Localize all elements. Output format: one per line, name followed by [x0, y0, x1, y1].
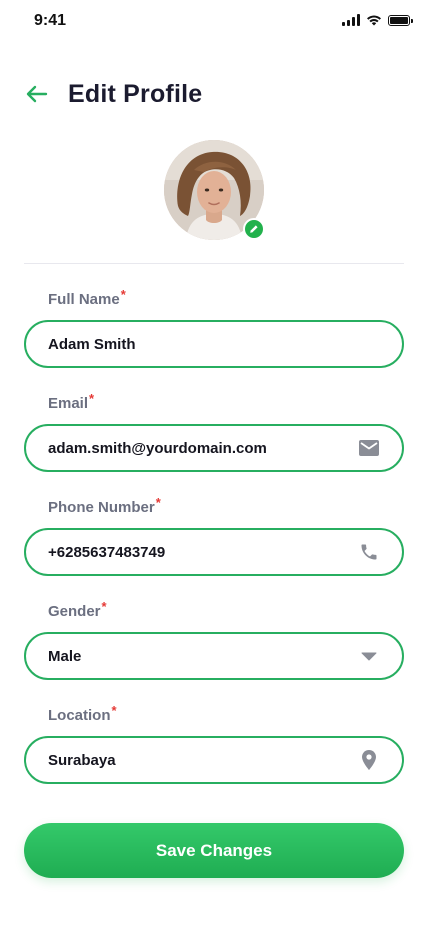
status-bar: 9:41 [0, 0, 428, 44]
gender-value: Male [48, 647, 82, 665]
gender-label: Gender* [48, 599, 107, 620]
header: Edit Profile [24, 74, 202, 114]
phone-label: Phone Number* [48, 495, 161, 516]
phone-field[interactable]: +6285637483749 [24, 528, 404, 576]
mail-icon [358, 437, 380, 459]
full-name-field[interactable]: Adam Smith [24, 320, 404, 368]
email-label: Email* [48, 391, 95, 412]
location-value: Surabaya [48, 751, 116, 769]
location-field[interactable]: Surabaya [24, 736, 404, 784]
phone-icon [358, 541, 380, 563]
full-name-label: Full Name* [48, 287, 126, 308]
arrow-left-icon [26, 85, 48, 103]
status-time: 9:41 [34, 12, 67, 29]
signal-icon [342, 14, 360, 26]
divider [24, 263, 404, 264]
avatar-container [164, 140, 265, 240]
caret-down-icon [358, 645, 380, 667]
pencil-icon [250, 225, 258, 233]
gender-select[interactable]: Male [24, 632, 404, 680]
full-name-value: Adam Smith [48, 335, 136, 353]
page-title: Edit Profile [68, 79, 203, 108]
battery-icon [388, 14, 413, 26]
status-icons [342, 14, 413, 26]
save-changes-button[interactable]: Save Changes [24, 823, 404, 878]
email-field[interactable]: adam.smith@yourdomain.com [24, 424, 404, 472]
phone-value: +6285637483749 [48, 543, 166, 561]
email-value: adam.smith@yourdomain.com [48, 439, 267, 457]
location-label: Location* [48, 703, 117, 724]
map-pin-icon [358, 749, 380, 771]
back-button[interactable] [24, 81, 50, 107]
edit-avatar-button[interactable] [243, 218, 265, 240]
wifi-icon [367, 15, 381, 26]
